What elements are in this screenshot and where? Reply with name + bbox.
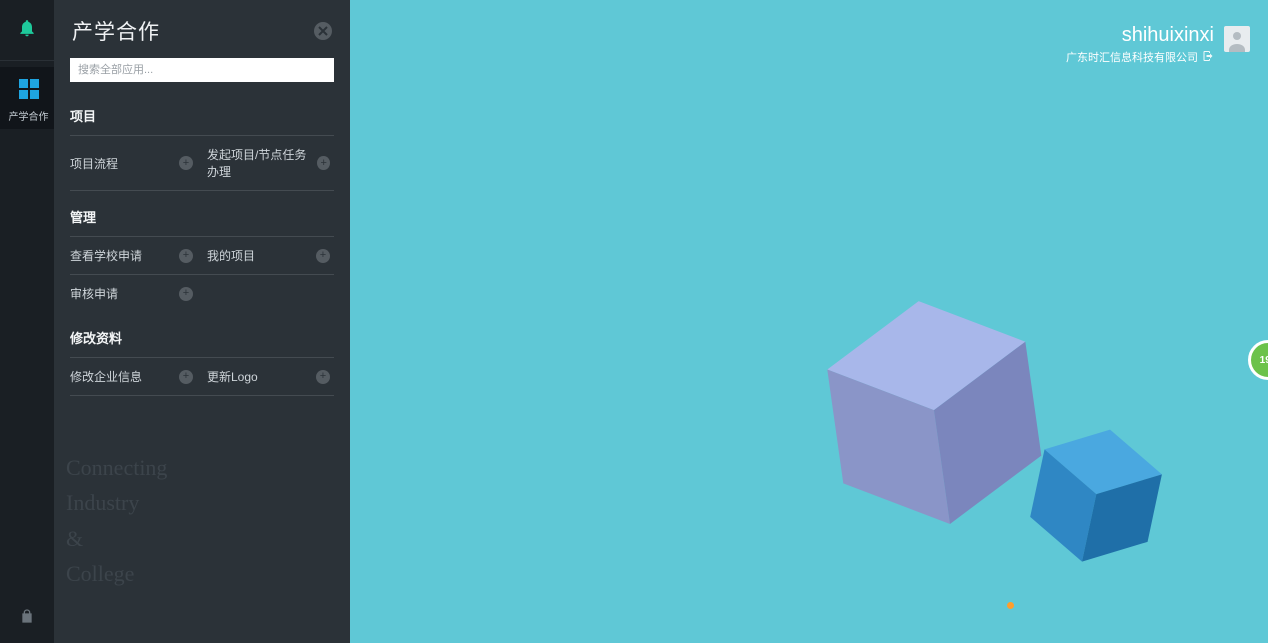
rail-app-industry-college[interactable]: 产学合作 [0, 67, 54, 129]
menu-item-label: 更新Logo [207, 368, 258, 385]
windows-tiles-icon [19, 79, 39, 102]
slogan-line: Connecting [66, 450, 167, 485]
menu-item-label: 项目流程 [70, 155, 118, 172]
menu-item-view-school-application[interactable]: 查看学校申请 + [70, 237, 197, 274]
main-canvas: shihuixinxi 广东时汇信息科技有限公司 [350, 0, 1268, 643]
username: shihuixinxi [1066, 24, 1214, 47]
slogan: Connecting Industry & College [66, 450, 167, 591]
plus-icon: + [179, 156, 193, 170]
avatar-icon[interactable] [1224, 26, 1250, 52]
bell-icon[interactable] [17, 18, 37, 44]
menu-item-label: 修改企业信息 [70, 368, 142, 385]
plus-icon: + [179, 287, 193, 301]
menu-item-label: 我的项目 [207, 247, 255, 264]
menu-item-initiate-project[interactable]: 发起项目/节点任务办理 + [197, 136, 334, 190]
cube-small-icon [1016, 416, 1173, 585]
menu-item-project-process[interactable]: 项目流程 + [70, 136, 197, 190]
slogan-line: & [66, 521, 167, 556]
plus-icon: + [179, 370, 193, 384]
search-input[interactable] [70, 58, 334, 82]
menu: 项目 项目流程 + 发起项目/节点任务办理 + 管理 查看学校申请 + 我的项目… [54, 90, 350, 396]
section-title-manage: 管理 [70, 191, 334, 237]
menu-item-modify-company-info[interactable]: 修改企业信息 + [70, 358, 197, 395]
close-icon[interactable] [314, 22, 332, 40]
plus-icon: + [317, 156, 330, 170]
sidebar-panel: 产学合作 项目 项目流程 + 发起项目/节点任务办理 + 管理 查看学校申请 + [54, 0, 350, 643]
logout-icon[interactable] [1202, 50, 1214, 65]
slogan-line: College [66, 556, 167, 591]
section-title-project: 项目 [70, 90, 334, 136]
plus-icon: + [316, 370, 330, 384]
plus-icon: + [316, 249, 330, 263]
menu-item-label: 查看学校申请 [70, 247, 142, 264]
rail-separator [0, 60, 54, 61]
menu-item-label: 审核申请 [70, 285, 118, 302]
menu-item-label: 发起项目/节点任务办理 [207, 146, 317, 180]
rail-app-label: 产学合作 [9, 108, 49, 123]
menu-item-my-projects[interactable]: 我的项目 + [197, 237, 334, 274]
cube-large-icon [815, 287, 1056, 549]
float-badge-label: 196 [1260, 355, 1268, 366]
panel-title: 产学合作 [72, 16, 160, 46]
menu-item-update-logo[interactable]: 更新Logo + [197, 358, 334, 395]
menu-item-review-application[interactable]: 审核申请 + [70, 275, 197, 312]
user-block: shihuixinxi 广东时汇信息科技有限公司 [1066, 24, 1250, 66]
float-badge[interactable]: 196 [1248, 340, 1268, 380]
nav-rail: 产学合作 [0, 0, 54, 643]
plus-icon: + [179, 249, 193, 263]
loading-dot-icon [1007, 602, 1014, 609]
lock-icon[interactable] [0, 608, 54, 629]
slogan-line: Industry [66, 485, 167, 520]
org-name: 广东时汇信息科技有限公司 [1066, 49, 1198, 65]
section-title-modify: 修改资料 [70, 312, 334, 358]
panel-header: 产学合作 [54, 0, 350, 58]
